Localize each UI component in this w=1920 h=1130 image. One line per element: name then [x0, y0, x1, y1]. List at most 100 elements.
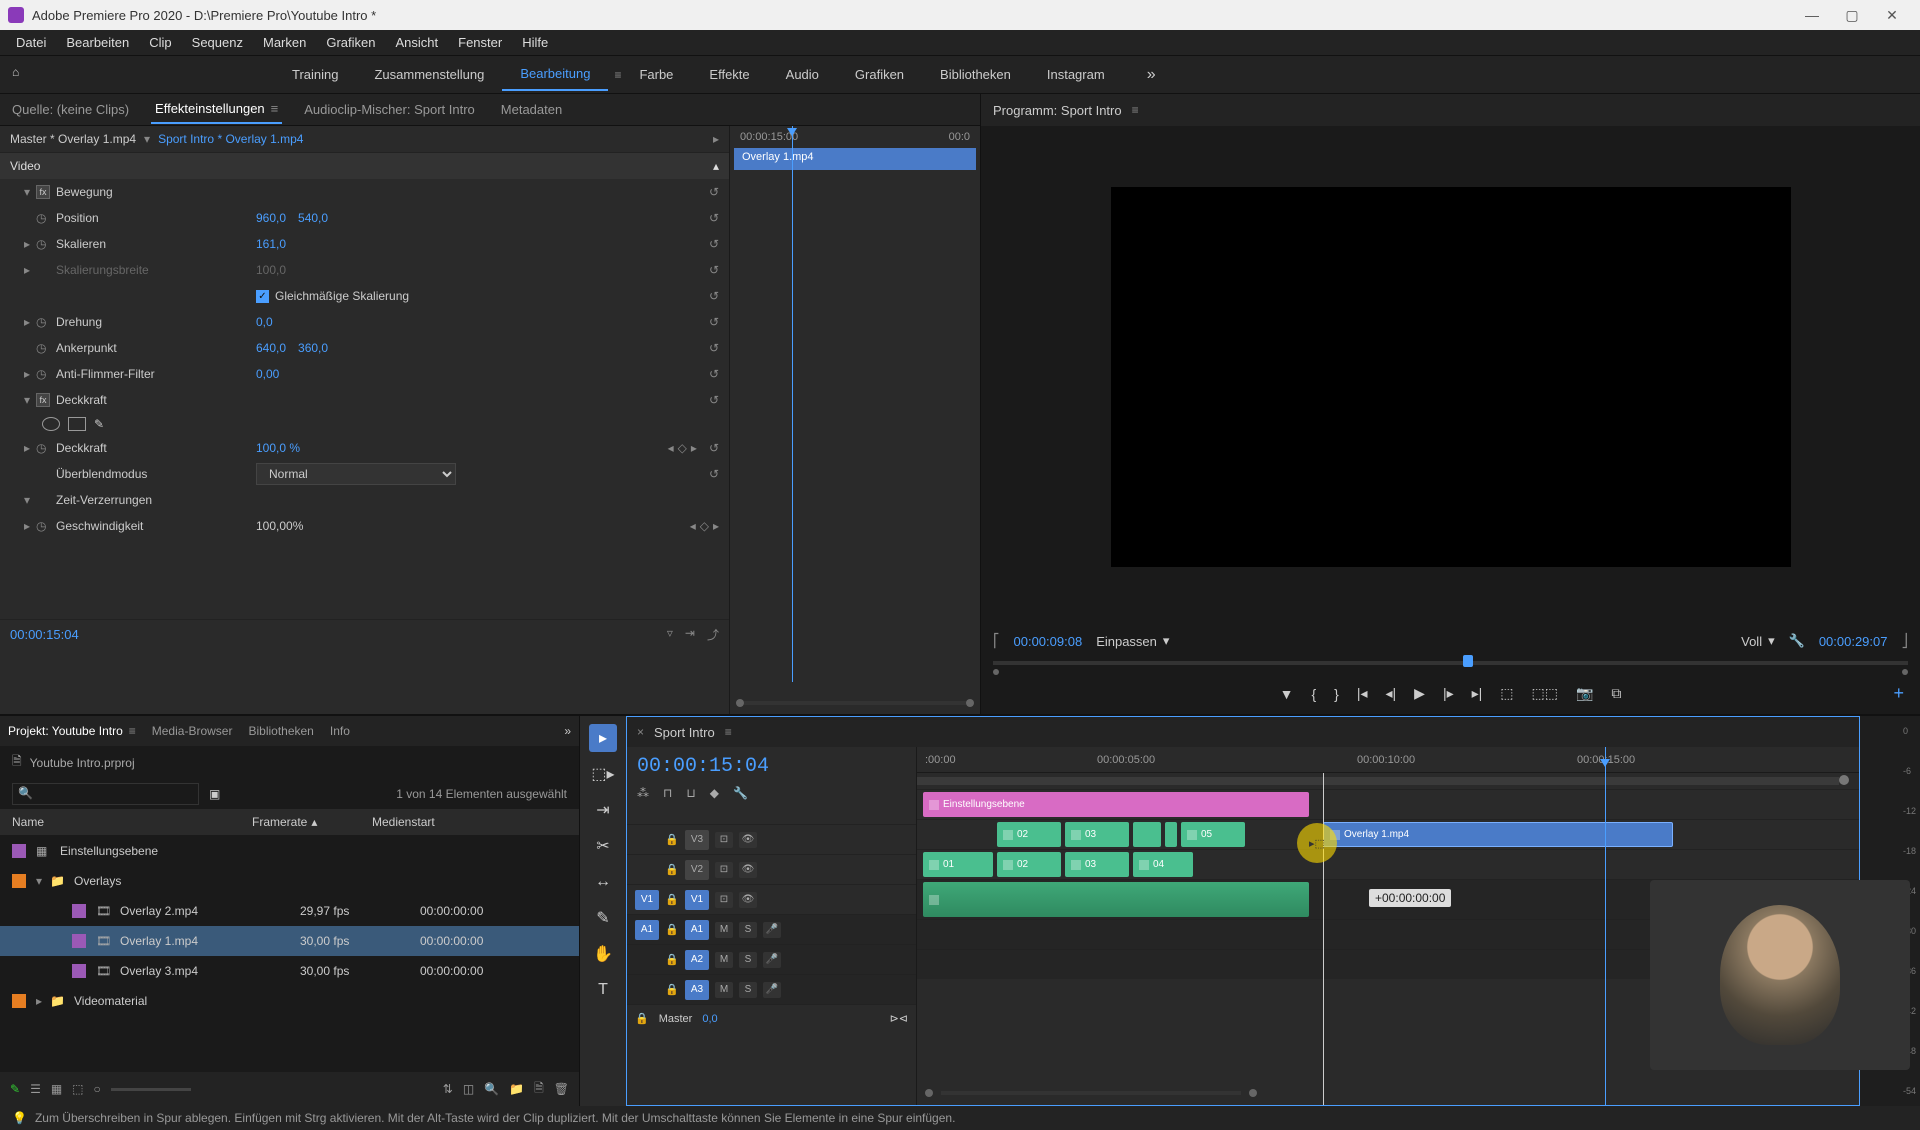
program-quality-select[interactable]: Voll▾ [1741, 633, 1775, 649]
workspace-instagram[interactable]: Instagram [1029, 59, 1123, 90]
track-target-a3[interactable]: A3 [685, 980, 709, 1000]
twisty-icon[interactable]: ▸ [24, 315, 36, 329]
tab-projekt[interactable]: Projekt: Youtube Intro≡ [8, 724, 136, 738]
menu-hilfe[interactable]: Hilfe [512, 31, 558, 54]
ec-clip-strip[interactable]: Overlay 1.mp4 [734, 148, 976, 170]
program-zoom-select[interactable]: Einpassen▾ [1096, 633, 1169, 649]
marker-out-icon[interactable]: ⎦ [1902, 633, 1909, 649]
prev-keyframe-icon[interactable]: ◂ [668, 441, 674, 455]
master-track-row[interactable]: 🔒 Master 0,0 ⊳⊲ [627, 1004, 916, 1032]
track-target-v1[interactable]: V1 [685, 890, 709, 910]
clip-overlay-drag[interactable]: Overlay 1.mp4 [1323, 822, 1673, 847]
lock-icon[interactable]: 🔒 [665, 893, 679, 906]
project-list[interactable]: ▦Einstellungsebene▾📁Overlays🎞Overlay 2.m… [0, 836, 579, 1072]
workspace-farbe[interactable]: Farbe [621, 59, 691, 90]
workspace-bearbeitung[interactable]: Bearbeitung [502, 58, 608, 91]
lock-icon[interactable]: 🔒 [665, 833, 679, 846]
uniform-scale-checkbox[interactable]: ✓ [256, 290, 269, 303]
reset-icon[interactable]: ↺ [709, 315, 719, 329]
stopwatch-icon[interactable]: ◷ [36, 519, 50, 533]
clip[interactable]: 05 [1181, 822, 1245, 847]
type-tool[interactable]: T [589, 976, 617, 1004]
track-target-a1[interactable]: A1 [685, 920, 709, 940]
lock-icon[interactable]: 🔒 [665, 863, 679, 876]
toggle-track-output[interactable]: 👁 [739, 832, 757, 848]
toggle-sync-lock[interactable]: ⊡ [715, 862, 733, 878]
next-keyframe-icon[interactable]: ▸ [691, 441, 697, 455]
workspace-training[interactable]: Training [274, 59, 356, 90]
hand-tool[interactable]: ✋ [589, 940, 617, 968]
project-item[interactable]: 🎞Overlay 3.mp430,00 fps00:00:00:00 [0, 956, 579, 986]
clip-einstellungsebene[interactable]: Einstellungsebene [923, 792, 1309, 817]
timeline-zoom-scrollbar[interactable] [917, 1083, 1859, 1103]
project-item[interactable]: ▦Einstellungsebene [0, 836, 579, 866]
pen-mask-icon[interactable]: ✎ [94, 417, 104, 431]
lift-icon[interactable]: ⬚ [1500, 685, 1513, 702]
project-item[interactable]: 🎞Overlay 2.mp429,97 fps00:00:00:00 [0, 896, 579, 926]
tabs-overflow-icon[interactable]: » [564, 724, 571, 738]
solo-toggle[interactable]: S [739, 922, 757, 938]
menu-grafiken[interactable]: Grafiken [316, 31, 385, 54]
tab-audioclip-mischer[interactable]: Audioclip-Mischer: Sport Intro [300, 96, 479, 123]
tab-quelle[interactable]: Quelle: (keine Clips) [8, 96, 133, 123]
ec-position-y[interactable]: 540,0 [298, 211, 328, 225]
clip[interactable]: 02 [997, 822, 1061, 847]
zoom-handle-left[interactable] [736, 699, 744, 707]
ec-master-clip[interactable]: Master * Overlay 1.mp4 [10, 132, 136, 146]
reset-icon[interactable]: ↺ [709, 467, 719, 481]
play-icon[interactable]: ▶ [1414, 685, 1425, 702]
fx-badge-icon[interactable]: fx [36, 185, 50, 199]
master-value[interactable]: 0,0 [702, 1013, 717, 1025]
ec-play-icon[interactable]: ▸ [713, 132, 719, 146]
reset-icon[interactable]: ↺ [709, 393, 719, 407]
clip[interactable]: 02 [997, 852, 1061, 877]
program-playhead[interactable] [1463, 655, 1473, 667]
stopwatch-icon[interactable]: ◷ [36, 341, 50, 355]
workspace-audio[interactable]: Audio [768, 59, 837, 90]
add-marker-icon[interactable]: ▼ [1280, 686, 1294, 702]
mute-toggle[interactable]: M [715, 952, 733, 968]
go-to-out-icon[interactable]: ▸| [1472, 685, 1483, 702]
reset-icon[interactable]: ↺ [709, 263, 719, 277]
reset-icon[interactable]: ↺ [709, 367, 719, 381]
ec-sequence-clip[interactable]: Sport Intro * Overlay 1.mp4 [158, 132, 303, 146]
solo-toggle[interactable]: S [739, 982, 757, 998]
project-item[interactable]: ▾📁Overlays [0, 866, 579, 896]
col-name[interactable]: Name [12, 815, 252, 829]
find-icon[interactable]: 🔍 [484, 1082, 499, 1096]
add-keyframe-icon[interactable]: ◇ [678, 441, 687, 455]
project-item[interactable]: ▸📁Videomaterial [0, 986, 579, 1016]
export-frame-icon[interactable]: 📷 [1576, 685, 1593, 702]
voiceover-icon[interactable]: 🎤 [763, 952, 781, 968]
project-search-input[interactable] [12, 783, 199, 805]
zoom-handle-right[interactable] [966, 699, 974, 707]
mark-out-icon[interactable]: } [1334, 686, 1339, 702]
close-button[interactable]: ✕ [1872, 0, 1912, 30]
clip[interactable] [1165, 822, 1177, 847]
col-framerate[interactable]: Framerate▴ [252, 815, 372, 829]
ec-ankerpunkt-y[interactable]: 360,0 [298, 341, 328, 355]
scrub-handle-right[interactable] [1902, 669, 1908, 675]
pen-tool[interactable]: ✎ [589, 904, 617, 932]
col-medienstart[interactable]: Medienstart [372, 815, 567, 829]
mute-toggle[interactable]: M [715, 982, 733, 998]
linked-selection-icon[interactable]: ⊓ [663, 786, 672, 800]
panel-menu-icon[interactable]: ≡ [1132, 103, 1139, 117]
stopwatch-icon[interactable]: ◷ [36, 237, 50, 251]
collapse-up-icon[interactable]: ▴ [713, 159, 719, 173]
twisty-icon[interactable]: ▸ [36, 994, 50, 1008]
mute-toggle[interactable]: M [715, 922, 733, 938]
ec-deckkraft-val[interactable]: 100,0 % [256, 441, 300, 455]
menu-sequenz[interactable]: Sequenz [182, 31, 253, 54]
twisty-icon[interactable]: ▸ [24, 367, 36, 381]
icon-view-icon[interactable]: ▦ [51, 1082, 62, 1096]
tab-effekteinstellungen[interactable]: Effekteinstellungen≡ [151, 95, 282, 124]
voiceover-icon[interactable]: 🎤 [763, 982, 781, 998]
ec-ankerpunkt-x[interactable]: 640,0 [256, 341, 286, 355]
twisty-icon[interactable]: ▾ [24, 493, 36, 507]
panel-menu-icon[interactable]: ≡ [129, 724, 136, 738]
comparison-icon[interactable]: ⧉ [1611, 685, 1621, 702]
button-editor-icon[interactable]: + [1893, 683, 1904, 704]
menu-datei[interactable]: Datei [6, 31, 56, 54]
reset-icon[interactable]: ↺ [709, 211, 719, 225]
